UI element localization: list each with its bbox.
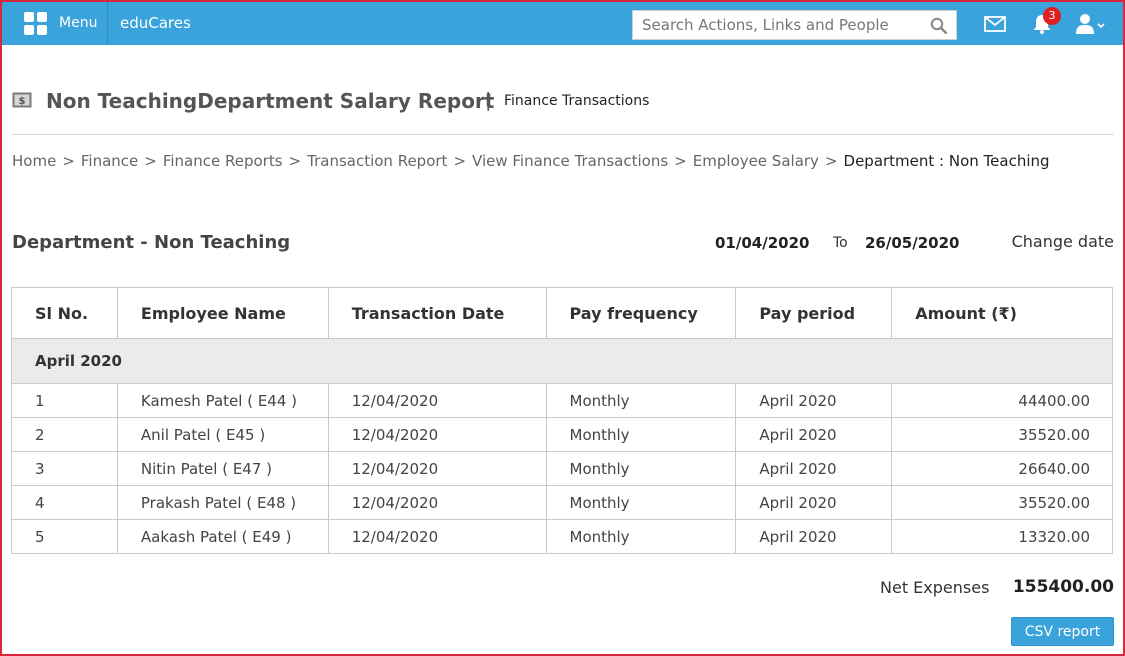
date-from: 01/04/2020	[715, 234, 810, 252]
brand-name[interactable]: eduCares	[120, 14, 191, 32]
cell-sl-no: 5	[11, 519, 118, 554]
date-to: 26/05/2020	[865, 234, 960, 252]
date-to-label: To	[833, 235, 848, 251]
csv-report-button[interactable]: CSV report	[1011, 617, 1114, 646]
cell-pay-period: April 2020	[735, 383, 893, 418]
page-title: Non TeachingDepartment Salary Report	[46, 89, 495, 113]
cell-amount: 35520.00	[891, 417, 1113, 452]
cell-pay-frequency: Monthly	[545, 519, 737, 554]
title-separator: |	[485, 89, 492, 111]
cell-employee-name: Anil Patel ( E45 )	[116, 417, 329, 452]
table-row: 5 Aakash Patel ( E49 ) 12/04/2020 Monthl…	[11, 519, 1113, 554]
salary-table: Sl No. Employee Name Transaction Date Pa…	[11, 287, 1113, 554]
search-icon[interactable]	[930, 17, 947, 34]
breadcrumb-separator: >	[62, 152, 75, 170]
table-header-row: Sl No. Employee Name Transaction Date Pa…	[11, 287, 1113, 339]
page-subtitle: Finance Transactions	[504, 93, 650, 109]
cell-amount: 44400.00	[891, 383, 1113, 418]
breadcrumb-separator: >	[824, 152, 838, 170]
apps-grid-icon	[24, 12, 47, 35]
menu-button[interactable]: Menu	[10, 2, 108, 45]
column-header-employee-name: Employee Name	[116, 287, 329, 339]
cell-transaction-date: 12/04/2020	[327, 451, 547, 486]
cell-employee-name: Aakash Patel ( E49 )	[116, 519, 329, 554]
cell-amount: 13320.00	[891, 519, 1113, 554]
net-expenses-value: 155400.00	[1012, 577, 1114, 597]
column-header-sl-no: Sl No.	[11, 287, 118, 339]
top-navigation-bar: Menu eduCares 3	[2, 2, 1123, 45]
cell-pay-period: April 2020	[735, 417, 893, 452]
cell-sl-no: 3	[11, 451, 118, 486]
department-title: Department - Non Teaching	[12, 232, 291, 253]
cell-employee-name: Prakash Patel ( E48 )	[116, 485, 329, 520]
menu-label: Menu	[59, 14, 98, 31]
cell-sl-no: 2	[11, 417, 118, 452]
cell-amount: 26640.00	[891, 451, 1113, 486]
cell-employee-name: Kamesh Patel ( E44 )	[116, 383, 329, 418]
cell-pay-period: April 2020	[735, 451, 893, 486]
breadcrumb-separator: >	[288, 152, 302, 170]
column-header-amount: Amount (₹)	[891, 287, 1113, 339]
table-row: 3 Nitin Patel ( E47 ) 12/04/2020 Monthly…	[11, 451, 1113, 486]
breadcrumb-finance-reports[interactable]: Finance Reports	[163, 152, 283, 170]
cell-employee-name: Nitin Patel ( E47 )	[116, 451, 329, 486]
breadcrumb-home[interactable]: Home	[12, 152, 56, 170]
search-input[interactable]	[633, 11, 918, 39]
svg-text:$: $	[19, 96, 26, 107]
cell-pay-frequency: Monthly	[545, 417, 737, 452]
breadcrumb-current: Department : Non Teaching	[843, 152, 1050, 170]
cell-pay-frequency: Monthly	[545, 383, 737, 418]
search-box	[632, 10, 957, 40]
cell-transaction-date: 12/04/2020	[327, 519, 547, 554]
breadcrumb-transaction-report[interactable]: Transaction Report	[307, 152, 447, 170]
cell-transaction-date: 12/04/2020	[327, 383, 547, 418]
title-divider	[12, 134, 1114, 135]
group-label: April 2020	[11, 338, 1113, 384]
cell-transaction-date: 12/04/2020	[327, 485, 547, 520]
cell-pay-frequency: Monthly	[545, 451, 737, 486]
net-expenses-label: Net Expenses	[880, 578, 990, 597]
breadcrumb-separator: >	[453, 152, 467, 170]
breadcrumb-view-finance-transactions[interactable]: View Finance Transactions	[472, 152, 668, 170]
salary-report-icon: $	[12, 92, 32, 108]
breadcrumb-finance[interactable]: Finance	[81, 152, 138, 170]
user-profile-icon[interactable]	[1074, 13, 1106, 35]
cell-sl-no: 4	[11, 485, 118, 520]
column-header-pay-frequency: Pay frequency	[545, 287, 737, 339]
cell-pay-period: April 2020	[735, 485, 893, 520]
notification-count-badge: 3	[1043, 7, 1061, 25]
change-date-link[interactable]: Change date	[1012, 232, 1114, 251]
cell-amount: 35520.00	[891, 485, 1113, 520]
mail-icon[interactable]	[984, 16, 1006, 32]
cell-pay-period: April 2020	[735, 519, 893, 554]
breadcrumb-separator: >	[144, 152, 157, 170]
cell-pay-frequency: Monthly	[545, 485, 737, 520]
table-row: 4 Prakash Patel ( E48 ) 12/04/2020 Month…	[11, 485, 1113, 520]
breadcrumb-separator: >	[674, 152, 687, 170]
column-header-transaction-date: Transaction Date	[327, 287, 547, 339]
breadcrumb: Home > Finance > Finance Reports > Transaction…	[12, 152, 1050, 170]
table-row: 2 Anil Patel ( E45 ) 12/04/2020 Monthly …	[11, 417, 1113, 452]
cell-transaction-date: 12/04/2020	[327, 417, 547, 452]
table-group-row: April 2020	[11, 338, 1113, 384]
table-row: 1 Kamesh Patel ( E44 ) 12/04/2020 Monthl…	[11, 383, 1113, 418]
breadcrumb-employee-salary[interactable]: Employee Salary	[693, 152, 819, 170]
column-header-pay-period: Pay period	[735, 287, 893, 339]
cell-sl-no: 1	[11, 383, 118, 418]
